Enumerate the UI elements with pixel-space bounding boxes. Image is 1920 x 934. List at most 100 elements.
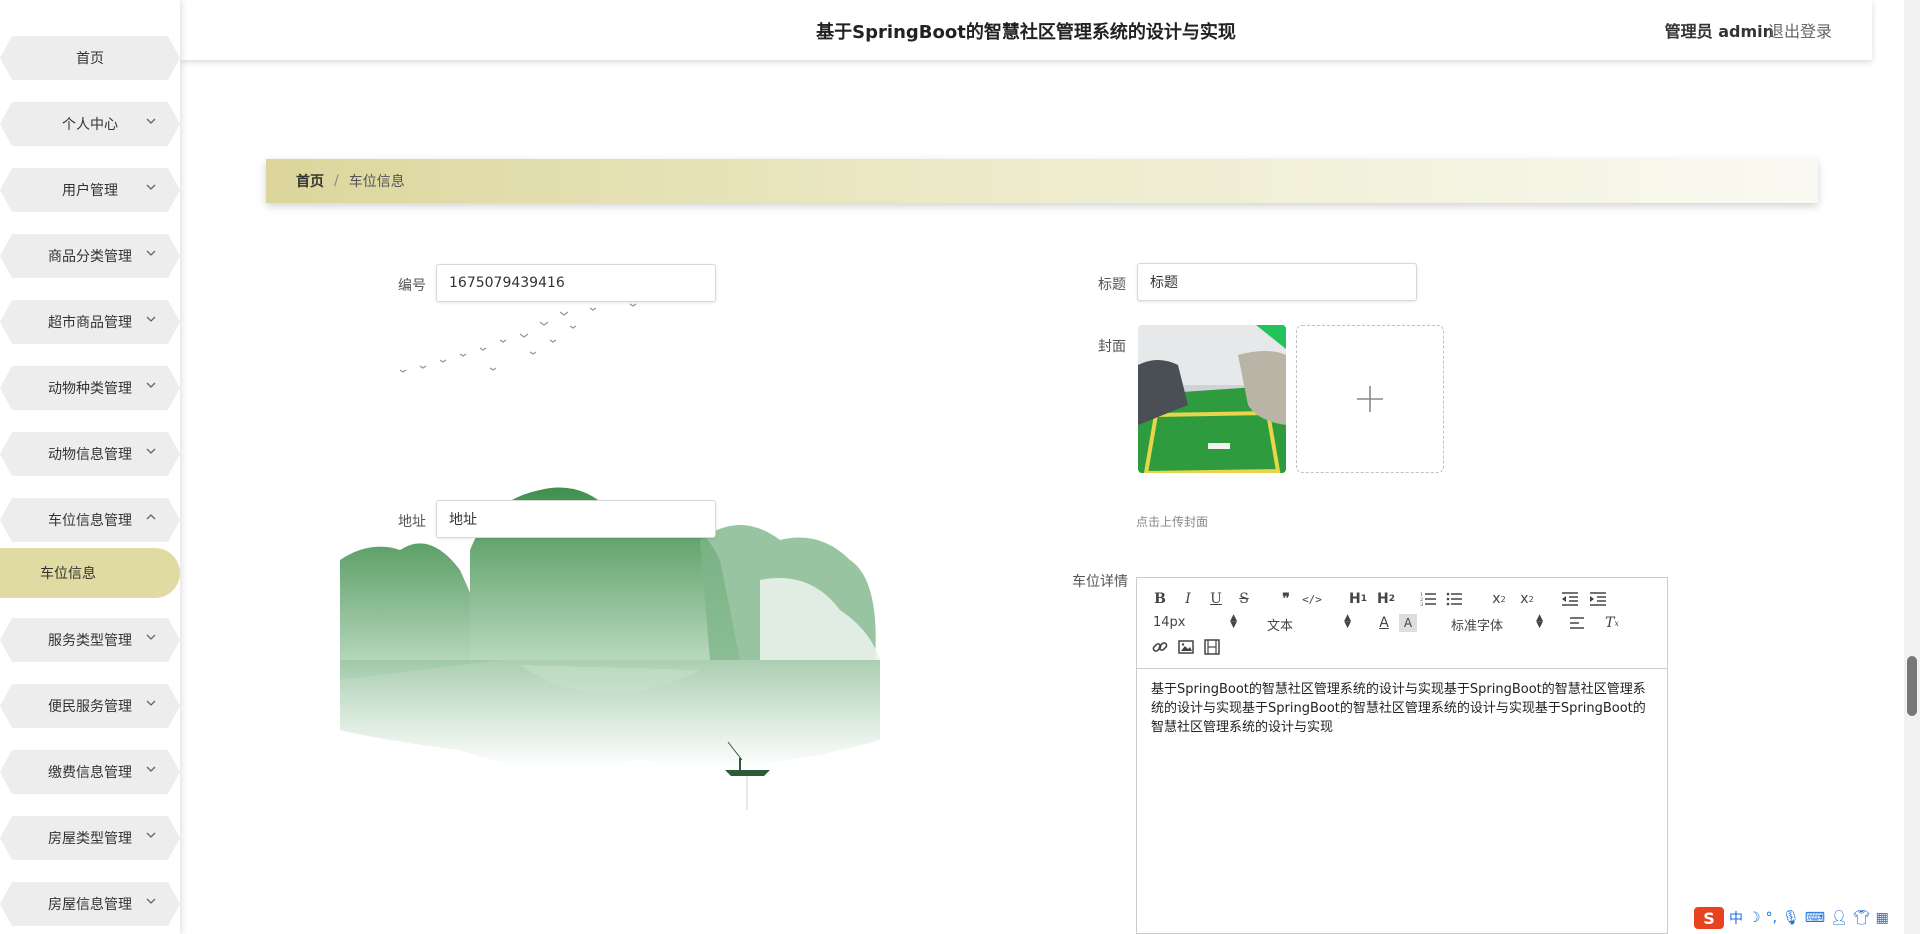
ime-toolbar: S 中 ☽ °, 🎙︎ ⌨︎ 👤︎ 👕︎ ▦: [1694, 906, 1889, 930]
sidebar-item-menu-8[interactable]: 服务类型管理: [0, 612, 180, 668]
sidebar-item-menu-6[interactable]: 动物信息管理: [0, 426, 180, 482]
heading-2-icon[interactable]: H2: [1375, 590, 1397, 608]
bullet-list-icon[interactable]: [1445, 590, 1463, 608]
outdent-icon[interactable]: [1561, 590, 1579, 608]
ime-mode-indicator[interactable]: 中: [1729, 908, 1743, 928]
cover-image-thumbnail[interactable]: [1138, 325, 1286, 473]
sidebar-item-menu-3[interactable]: 商品分类管理: [0, 228, 180, 284]
sogou-logo-icon[interactable]: S: [1694, 907, 1724, 929]
video-icon[interactable]: [1203, 638, 1221, 656]
chevron-down-icon: [144, 444, 158, 458]
subscript-icon[interactable]: x2: [1489, 590, 1509, 608]
sidebar-item-label: 缴费信息管理: [48, 765, 132, 781]
sidebar: 首页个人中心用户管理商品分类管理超市商品管理动物种类管理 动物信息管理 车位信息管理…: [0, 0, 180, 934]
block-type-value: 文本: [1267, 619, 1294, 634]
font-color-icon[interactable]: A: [1375, 614, 1393, 632]
address-input[interactable]: [436, 500, 716, 538]
sidebar-item-home[interactable]: 首页: [0, 30, 180, 86]
punctuation-icon[interactable]: °,: [1766, 910, 1777, 926]
sidebar-item-menu-9[interactable]: 便民服务管理: [0, 678, 180, 734]
ordered-list-icon[interactable]: 123: [1419, 590, 1437, 608]
chevron-up-icon: [144, 510, 158, 524]
indent-icon[interactable]: [1589, 590, 1607, 608]
sidebar-item-label: 车位信息管理: [48, 513, 132, 529]
page-title: 基于SpringBoot的智慧社区管理系统的设计与实现: [816, 22, 1236, 43]
chevron-down-icon: [144, 180, 158, 194]
code-block-icon[interactable]: </>: [1302, 590, 1322, 608]
chevron-down-icon: [144, 630, 158, 644]
sidebar-item-label: 商品分类管理: [48, 249, 132, 265]
birds-decoration: [399, 303, 637, 373]
title-label: 标题: [1098, 277, 1126, 293]
chevron-down-icon: [144, 312, 158, 326]
detail-label: 车位详情: [1072, 574, 1128, 590]
svg-text:3: 3: [1420, 602, 1423, 607]
italic-icon[interactable]: I: [1179, 590, 1197, 608]
sidebar-item-menu-4[interactable]: 超市商品管理: [0, 294, 180, 350]
link-icon[interactable]: [1151, 638, 1169, 656]
clear-format-icon[interactable]: Tx: [1603, 614, 1621, 632]
sidebar-item-label: 服务类型管理: [48, 633, 132, 649]
editor-toolbar: B I U S ❞ </> H1 H2 123 x2 x2 14px ▲ ▼ 文本…: [1137, 578, 1667, 669]
admin-user-label: 管理员 admin: [1664, 22, 1774, 41]
sidebar-item-menu-1[interactable]: 个人中心: [0, 96, 180, 152]
title-input[interactable]: [1137, 263, 1417, 301]
font-family-value: 标准字体: [1451, 619, 1504, 634]
sidebar-item-menu-10[interactable]: 缴费信息管理: [0, 744, 180, 800]
grid-icon[interactable]: ▦: [1876, 910, 1889, 926]
microphone-icon[interactable]: 🎙︎: [1782, 910, 1800, 926]
chevron-down-icon: [144, 894, 158, 908]
chevron-down-icon: [144, 696, 158, 710]
scrollbar-thumb[interactable]: [1907, 656, 1917, 716]
image-icon[interactable]: [1177, 638, 1195, 656]
select-arrows-icon: ▲ ▼: [1344, 613, 1351, 630]
sidebar-item-label: 首页: [76, 51, 104, 67]
underline-icon[interactable]: U: [1207, 590, 1225, 608]
font-size-select[interactable]: 14px ▲ ▼: [1153, 613, 1237, 631]
sidebar-item-label: 动物种类管理: [48, 381, 132, 397]
chevron-down-icon: [144, 246, 158, 260]
sidebar-item-menu-11[interactable]: 房屋类型管理: [0, 810, 180, 866]
sidebar-item-label: 房屋类型管理: [48, 831, 132, 847]
sidebar-item-menu-5[interactable]: 动物种类管理: [0, 360, 180, 416]
keyboard-icon[interactable]: ⌨︎: [1805, 910, 1825, 926]
cover-label: 封面: [1098, 339, 1126, 355]
sidebar-item-label: 用户管理: [62, 183, 118, 199]
logout-button[interactable]: 退出登录: [1768, 18, 1832, 42]
blockquote-icon[interactable]: ❞: [1277, 590, 1295, 608]
breadcrumb: 首页 / 车位信息: [266, 159, 1818, 203]
user-icon[interactable]: 👤︎: [1830, 910, 1848, 926]
cover-upload-hint: 点击上传封面: [1136, 515, 1209, 529]
background-color-icon[interactable]: A: [1399, 614, 1417, 632]
sidebar-item-label: 房屋信息管理: [48, 897, 132, 913]
number-label: 编号: [398, 278, 426, 294]
moon-icon[interactable]: ☽: [1748, 910, 1761, 926]
sidebar-item-menu-2[interactable]: 用户管理: [0, 162, 180, 218]
address-label: 地址: [398, 514, 426, 530]
select-arrows-icon: ▲ ▼: [1230, 613, 1237, 630]
superscript-icon[interactable]: x2: [1517, 590, 1537, 608]
sidebar-item-label: 个人中心: [62, 117, 118, 133]
font-size-value: 14px: [1153, 615, 1186, 630]
chevron-down-icon: [144, 378, 158, 392]
cover-upload-button[interactable]: [1296, 325, 1444, 473]
sidebar-item-menu-12[interactable]: 房屋信息管理: [0, 876, 180, 932]
sidebar-subitem-parking-info[interactable]: 车位信息: [0, 548, 180, 598]
bold-icon[interactable]: B: [1151, 590, 1169, 608]
font-family-select[interactable]: 标准字体 ▲ ▼: [1451, 613, 1543, 635]
breadcrumb-home-link[interactable]: 首页: [296, 171, 324, 191]
sidebar-item-label: 动物信息管理: [48, 447, 132, 463]
shirt-icon[interactable]: 👕︎: [1853, 910, 1871, 926]
select-arrows-icon: ▲ ▼: [1536, 613, 1543, 630]
editor-content[interactable]: 基于SpringBoot的智慧社区管理系统的设计与实现基于SpringBoot的…: [1151, 680, 1657, 737]
rich-text-editor[interactable]: B I U S ❞ </> H1 H2 123 x2 x2 14px ▲ ▼ 文本…: [1136, 577, 1668, 934]
strikethrough-icon[interactable]: S: [1235, 590, 1253, 608]
breadcrumb-current: 车位信息: [348, 174, 405, 190]
sidebar-item-menu-7[interactable]: 车位信息管理: [0, 492, 180, 548]
block-type-select[interactable]: 文本 ▲ ▼: [1267, 613, 1351, 635]
page-scrollbar[interactable]: [1904, 0, 1920, 934]
number-input[interactable]: [436, 264, 716, 302]
align-left-icon[interactable]: [1569, 614, 1587, 632]
heading-1-icon[interactable]: H1: [1347, 590, 1369, 608]
parking-space-photo: [1138, 325, 1286, 473]
